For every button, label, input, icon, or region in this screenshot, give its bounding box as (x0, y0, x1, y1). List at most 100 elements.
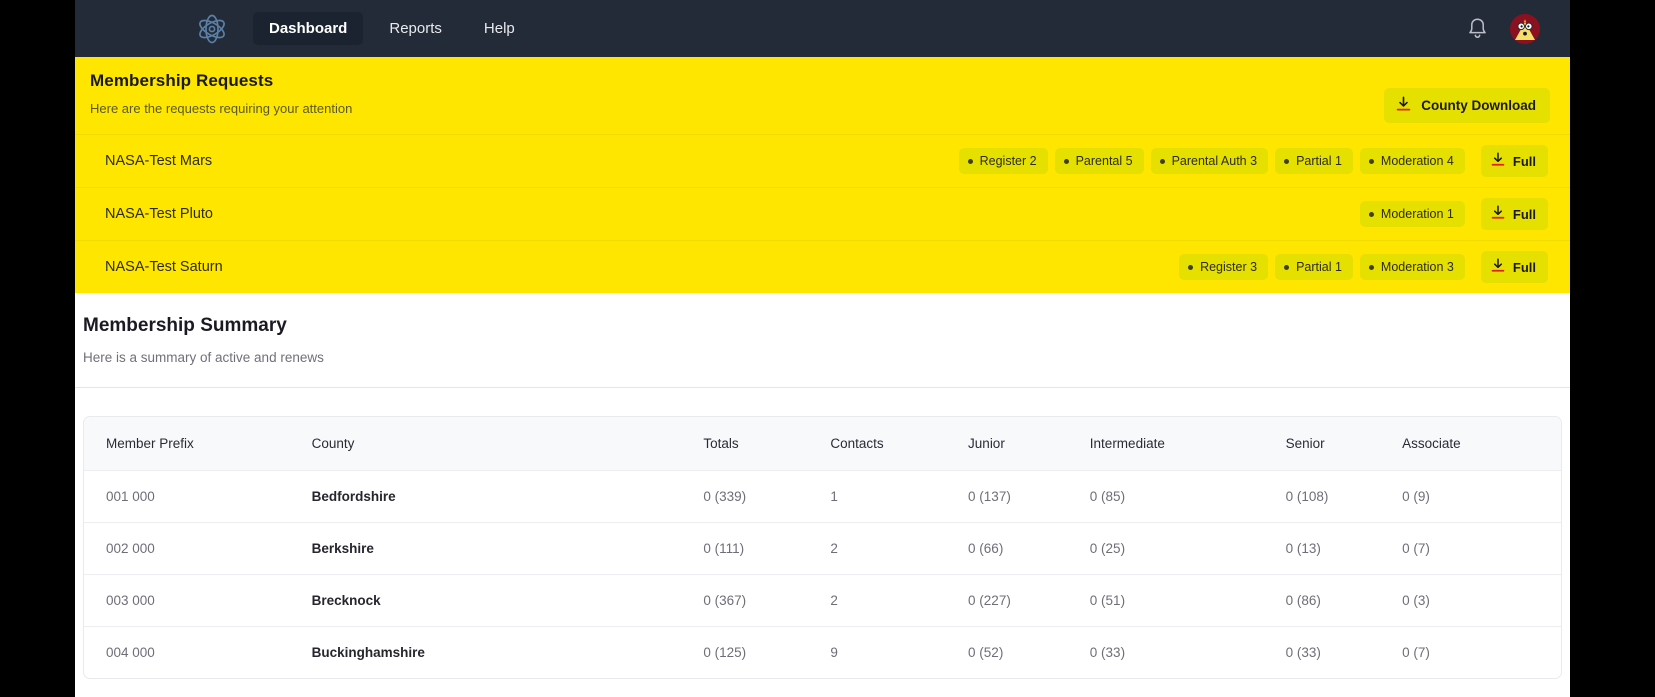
membership-summary-title: Membership Summary (83, 315, 287, 336)
status-badge[interactable]: Partial 1 (1275, 254, 1353, 280)
cell-totals: 0 (125) (703, 625, 831, 678)
request-row-badges: Moderation 1 Full (1359, 198, 1548, 230)
table-row[interactable]: 004 000 Buckinghamshire 0 (125) 9 0 (52)… (84, 625, 1561, 678)
status-badge[interactable]: Register 3 (1179, 254, 1269, 280)
badge-dot-icon (1284, 158, 1290, 164)
badge-dot-icon (1368, 211, 1374, 217)
cell-associate: 0 (9) (1402, 469, 1561, 522)
status-badge[interactable]: Moderation 1 (1359, 201, 1465, 227)
status-badge-label: Parental 5 (1075, 154, 1133, 168)
app-page: Dashboard Reports Help Membership Reques… (75, 0, 1570, 697)
table-row[interactable]: 003 000 Brecknock 0 (367) 2 0 (227) 0 (5… (84, 573, 1561, 626)
status-badge-label: Moderation 3 (1380, 260, 1454, 274)
full-download-label: Full (1512, 259, 1536, 275)
cell-senior: 0 (86) (1285, 573, 1403, 626)
request-row-badges: Register 2 Parental 5 Parental Auth 3 Pa… (958, 145, 1548, 177)
badge-dot-icon (1159, 158, 1165, 164)
table-body: 001 000 Bedfordshire 0 (339) 1 0 (137) 0… (84, 469, 1561, 678)
table-row[interactable]: 002 000 Berkshire 0 (111) 2 0 (66) 0 (25… (84, 521, 1561, 574)
badge-dot-icon (1368, 158, 1374, 164)
nav-item-dashboard[interactable]: Dashboard (253, 12, 364, 45)
nav-item-help-label: Help (483, 20, 515, 37)
status-badge[interactable]: Register 2 (958, 148, 1048, 174)
membership-requests-section: Membership Requests Here are the request… (75, 57, 1570, 293)
cell-contacts: 2 (830, 521, 969, 574)
cell-intermediate: 0 (33) (1089, 625, 1286, 678)
badge-dot-icon (1063, 158, 1069, 164)
full-download-button[interactable]: Full (1480, 251, 1548, 283)
cell-totals: 0 (367) (703, 573, 831, 626)
badge-dot-icon (1284, 264, 1290, 270)
cell-county: Buckinghamshire (311, 625, 704, 678)
download-icon (1491, 205, 1505, 223)
full-download-button[interactable]: Full (1480, 145, 1548, 177)
badge-dot-icon (1368, 264, 1374, 270)
section-divider (75, 387, 1570, 388)
avatar[interactable] (1510, 13, 1540, 44)
request-row-name: NASA-Test Mars (105, 153, 213, 169)
status-badge[interactable]: Moderation 3 (1359, 254, 1465, 280)
cell-intermediate: 0 (51) (1089, 573, 1286, 626)
status-badge[interactable]: Parental Auth 3 (1150, 148, 1269, 174)
column-header-associate[interactable]: Associate (1402, 417, 1561, 470)
cell-member-prefix: 003 000 (84, 573, 312, 626)
cell-member-prefix: 002 000 (84, 521, 312, 574)
cell-intermediate: 0 (25) (1089, 521, 1286, 574)
cell-contacts: 1 (830, 469, 969, 522)
membership-summary-table: Member Prefix County Totals Contacts Jun… (84, 417, 1561, 678)
nav-item-dashboard-label: Dashboard (269, 20, 348, 37)
full-download-button[interactable]: Full (1480, 198, 1548, 230)
column-header-county[interactable]: County (312, 417, 704, 470)
bell-icon[interactable] (1467, 17, 1488, 40)
cell-intermediate: 0 (85) (1089, 469, 1286, 522)
download-icon (1491, 152, 1505, 170)
cell-senior: 0 (13) (1285, 521, 1403, 574)
membership-summary-subtitle: Here is a summary of active and renews (83, 350, 324, 365)
status-badge[interactable]: Moderation 4 (1359, 148, 1465, 174)
column-header-totals[interactable]: Totals (703, 417, 830, 470)
table-head: Member Prefix County Totals Contacts Jun… (84, 417, 1561, 470)
cell-junior: 0 (227) (968, 573, 1090, 626)
request-row[interactable]: NASA-Test Mars Register 2 Parental 5 Par… (75, 134, 1570, 187)
nav-item-reports[interactable]: Reports (373, 12, 458, 45)
status-badge[interactable]: Partial 1 (1275, 148, 1353, 174)
cell-senior: 0 (33) (1285, 625, 1403, 678)
nav-left-group: Dashboard Reports Help (75, 12, 531, 46)
cell-junior: 0 (137) (968, 469, 1090, 522)
county-download-button[interactable]: County Download (1384, 88, 1550, 123)
status-badge-label: Register 2 (979, 154, 1037, 168)
download-icon (1396, 96, 1411, 115)
cell-junior: 0 (66) (968, 521, 1090, 574)
cell-associate: 0 (7) (1402, 521, 1561, 574)
status-badge[interactable]: Parental 5 (1054, 148, 1144, 174)
atom-logo-icon[interactable] (195, 12, 229, 46)
download-icon (1491, 258, 1505, 276)
column-header-contacts[interactable]: Contacts (830, 417, 968, 470)
cell-county: Brecknock (311, 573, 704, 626)
nav-item-help[interactable]: Help (468, 12, 531, 45)
cell-member-prefix: 001 000 (84, 469, 312, 522)
request-row[interactable]: NASA-Test Pluto Moderation 1 Full (75, 187, 1570, 240)
column-header-intermediate[interactable]: Intermediate (1090, 417, 1286, 470)
cell-county: Berkshire (311, 521, 704, 574)
full-download-label: Full (1512, 153, 1536, 169)
cell-totals: 0 (339) (703, 469, 831, 522)
membership-requests-subtitle: Here are the requests requiring your att… (90, 101, 353, 116)
table-row[interactable]: 001 000 Bedfordshire 0 (339) 1 0 (137) 0… (84, 469, 1561, 522)
cell-contacts: 2 (830, 573, 969, 626)
cell-member-prefix: 004 000 (84, 625, 312, 678)
status-badge-label: Partial 1 (1296, 260, 1342, 274)
request-row-name: NASA-Test Saturn (105, 259, 223, 275)
cell-totals: 0 (111) (703, 521, 831, 574)
membership-summary-table-wrapper: Member Prefix County Totals Contacts Jun… (83, 416, 1562, 679)
column-header-member-prefix[interactable]: Member Prefix (84, 417, 312, 470)
request-row-badges: Register 3 Partial 1 Moderation 3 Full (1179, 251, 1548, 283)
column-header-senior[interactable]: Senior (1286, 417, 1402, 470)
membership-summary-section: Membership Summary Here is a summary of … (75, 293, 1570, 679)
request-row[interactable]: NASA-Test Saturn Register 3 Partial 1 Mo… (75, 240, 1570, 293)
table-header-row: Member Prefix County Totals Contacts Jun… (84, 417, 1561, 470)
column-header-junior[interactable]: Junior (968, 417, 1090, 470)
nav-item-reports-label: Reports (389, 20, 442, 37)
page-title: Membership Requests (90, 71, 274, 90)
request-row-name: NASA-Test Pluto (105, 206, 213, 222)
